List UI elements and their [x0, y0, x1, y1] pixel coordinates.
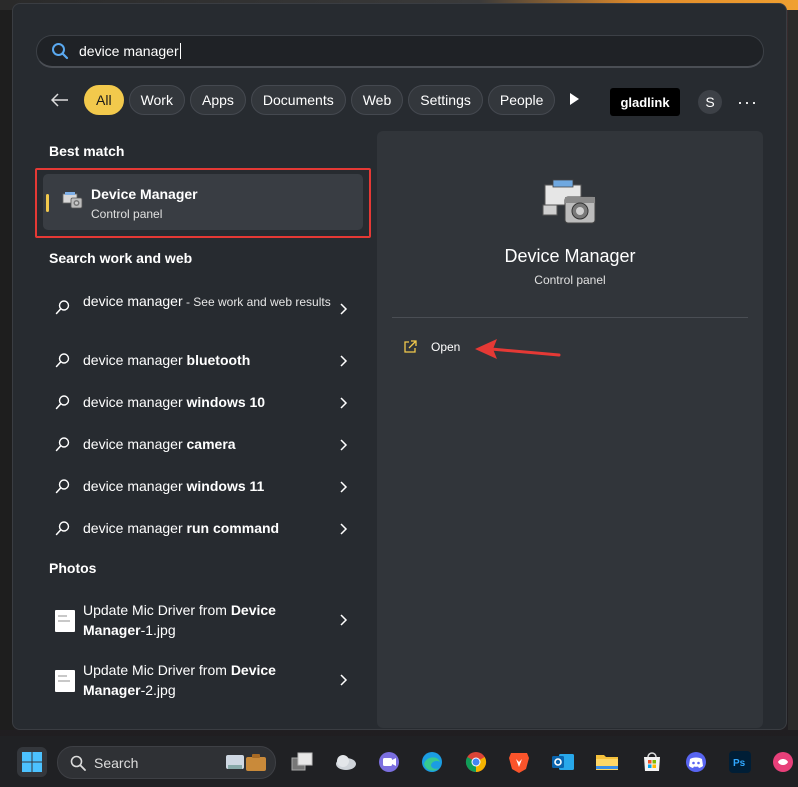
web-result-2[interactable]: device manager windows 10: [49, 392, 359, 414]
filter-bar: All Work Apps Documents Web Settings Peo…: [48, 84, 560, 116]
org-badge[interactable]: gladlink: [610, 88, 680, 116]
best-match-item[interactable]: Device Manager Control panel: [43, 174, 363, 230]
web-result-1[interactable]: device manager bluetooth: [49, 350, 359, 372]
filter-chip-settings[interactable]: Settings: [408, 85, 483, 115]
start-search-panel: device manager All Work Apps Documents W…: [12, 3, 787, 730]
search-icon: [55, 521, 70, 536]
search-box[interactable]: device manager: [36, 35, 764, 68]
task-view-icon[interactable]: [287, 747, 317, 777]
photoshop-icon[interactable]: Ps: [725, 747, 755, 777]
web-result-4[interactable]: device manager windows 11: [49, 476, 359, 498]
photos-heading: Photos: [49, 560, 97, 576]
photo-result-label: Update Mic Driver from Device Manager-1.…: [83, 602, 276, 638]
open-action[interactable]: Open: [403, 338, 460, 356]
web-result-label: device manager bluetooth: [83, 352, 251, 368]
best-match-title: Device Manager: [91, 186, 198, 202]
file-explorer-icon[interactable]: [592, 747, 622, 777]
app-icon[interactable]: [768, 747, 798, 777]
chevron-right-icon: [340, 614, 348, 626]
preview-pane: Device Manager Control panel Open: [377, 131, 763, 728]
desktop-right-edge: [788, 10, 798, 730]
device-manager-icon: [542, 179, 596, 224]
web-result-5[interactable]: device manager run command: [49, 518, 359, 540]
brave-browser-icon[interactable]: [504, 747, 534, 777]
photo-result-1[interactable]: Update Mic Driver from Device Manager-2.…: [49, 660, 359, 702]
open-label: Open: [431, 340, 461, 354]
web-result-label: device manager windows 11: [83, 478, 265, 494]
chrome-browser-icon[interactable]: [461, 747, 491, 777]
web-result-label: device manager camera: [83, 436, 236, 452]
best-match-highlight: Device Manager Control panel: [35, 168, 371, 238]
microsoft-store-icon[interactable]: [637, 747, 667, 777]
device-manager-icon: [62, 192, 83, 209]
open-external-icon: [404, 340, 417, 353]
filter-chip-apps[interactable]: Apps: [189, 85, 246, 115]
search-web-heading: Search work and web: [49, 250, 193, 266]
weather-widget-icon[interactable]: [331, 747, 361, 777]
svg-text:Ps: Ps: [733, 758, 746, 769]
preview-title: Device Manager: [504, 246, 636, 266]
search-highlight-icon: [226, 754, 266, 771]
chevron-right-icon: [340, 674, 348, 686]
web-result-label: device manager - See work and web result…: [83, 293, 331, 309]
preview-subtitle: Control panel: [534, 273, 606, 287]
web-result-label: device manager run command: [83, 520, 280, 536]
selection-indicator: [46, 194, 49, 212]
chevron-right-icon: [340, 303, 348, 315]
photo-result-0[interactable]: Update Mic Driver from Device Manager-1.…: [49, 600, 359, 642]
teams-chat-icon[interactable]: [374, 747, 404, 777]
filter-chip-documents[interactable]: Documents: [250, 85, 346, 115]
web-result-3[interactable]: device manager camera: [49, 434, 359, 456]
text-caret: [179, 43, 181, 59]
taskbar-search[interactable]: Search: [57, 746, 276, 779]
photo-result-label: Update Mic Driver from Device Manager-2.…: [83, 662, 276, 698]
edge-browser-icon[interactable]: [417, 747, 447, 777]
more-options-icon[interactable]: ···: [737, 92, 758, 113]
filter-chip-work[interactable]: Work: [128, 85, 185, 115]
search-icon: [55, 437, 70, 452]
windows-start-icon[interactable]: [17, 747, 47, 777]
account-avatar[interactable]: S: [698, 90, 722, 114]
filter-chip-all[interactable]: All: [84, 85, 124, 115]
filter-chip-people[interactable]: People: [487, 85, 556, 115]
chevron-right-icon: [340, 397, 348, 409]
chevron-right-icon: [340, 439, 348, 451]
discord-icon[interactable]: [681, 747, 711, 777]
taskbar-search-label: Search: [94, 755, 139, 771]
best-match-heading: Best match: [49, 143, 125, 159]
filter-chip-web[interactable]: Web: [350, 85, 404, 115]
image-thumbnail-icon: [55, 670, 75, 692]
search-icon: [70, 755, 86, 771]
search-input[interactable]: device manager: [79, 43, 179, 59]
image-thumbnail-icon: [55, 610, 75, 632]
annotation-arrow-icon: [475, 339, 561, 359]
chevron-right-icon: [340, 481, 348, 493]
search-icon: [55, 479, 70, 494]
preview-divider: [392, 317, 748, 318]
web-result-label: device manager windows 10: [83, 394, 266, 410]
play-more-filters-icon[interactable]: [567, 92, 581, 106]
outlook-icon[interactable]: [548, 747, 578, 777]
search-icon: [55, 300, 70, 315]
chevron-right-icon: [340, 523, 348, 535]
search-icon: [52, 43, 69, 60]
chevron-right-icon: [340, 355, 348, 367]
search-icon: [55, 353, 70, 368]
best-match-subtitle: Control panel: [91, 207, 163, 221]
search-icon: [55, 395, 70, 410]
web-result-0[interactable]: device manager - See work and web result…: [49, 291, 359, 331]
back-arrow-icon[interactable]: [48, 88, 72, 112]
